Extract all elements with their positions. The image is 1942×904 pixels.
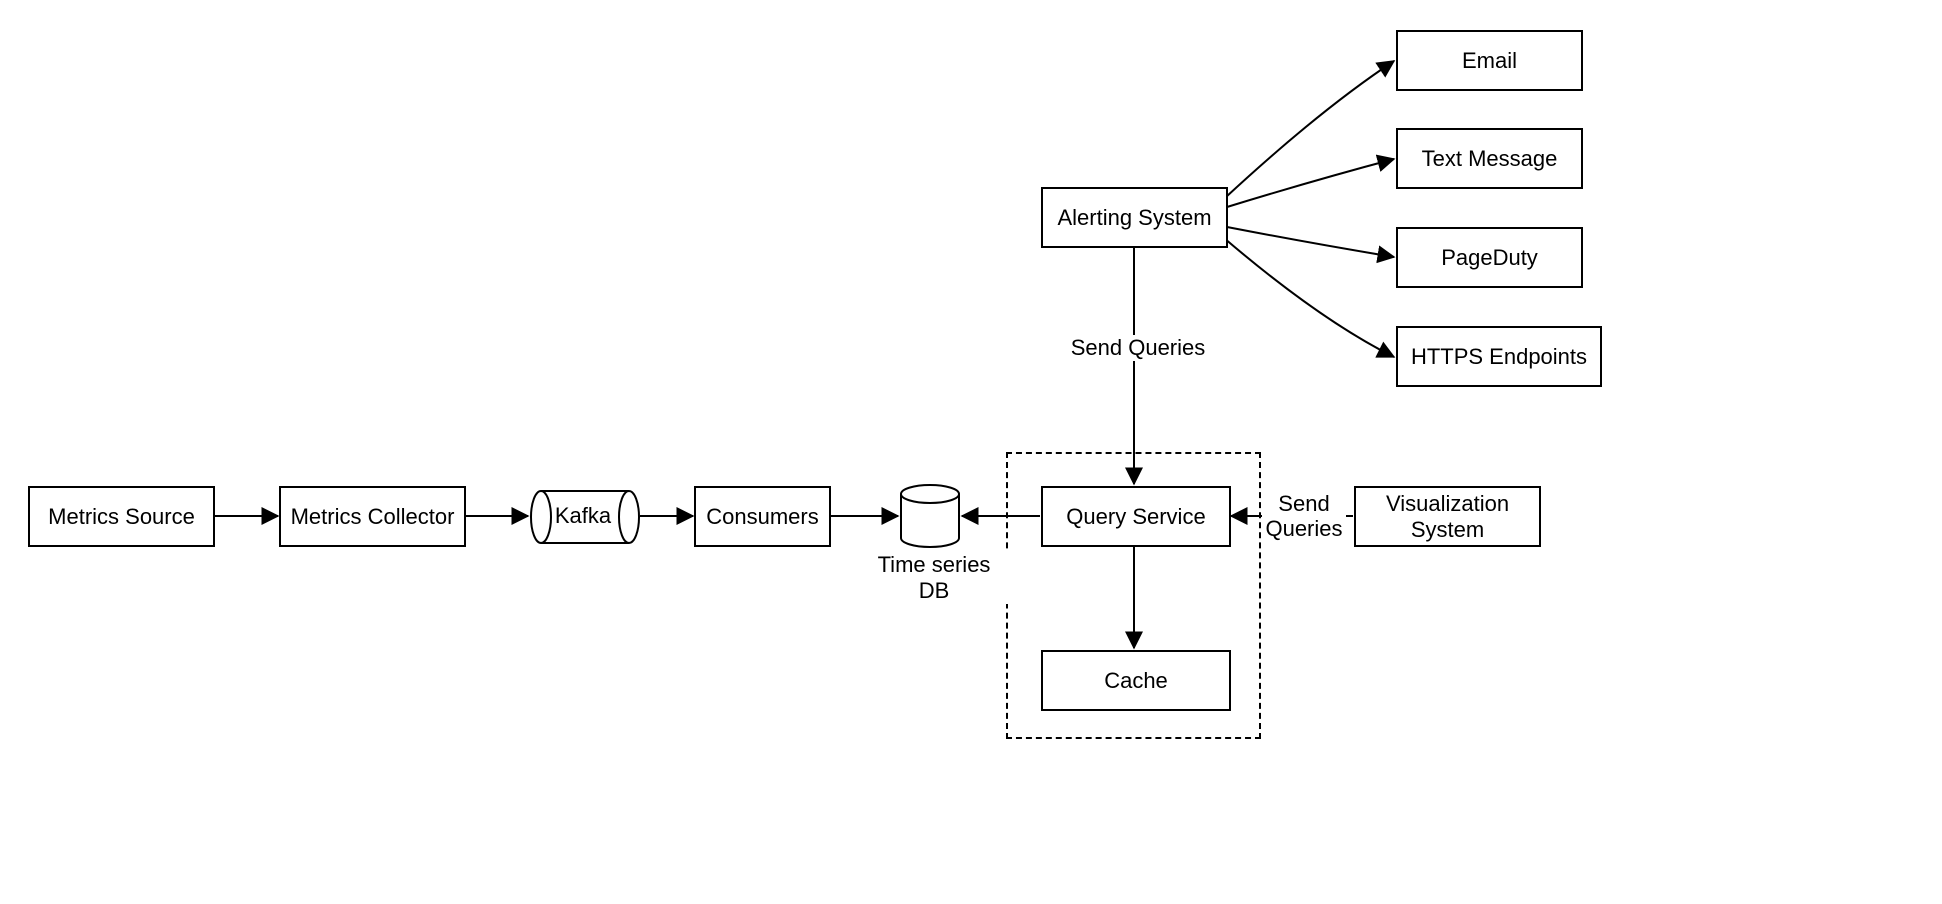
- node-label: Metrics Collector: [291, 504, 455, 530]
- node-time-series-db-label: Time series DB: [860, 552, 1008, 604]
- node-label: Alerting System: [1057, 205, 1211, 231]
- node-pageduty: PageDuty: [1396, 227, 1583, 288]
- node-label: Consumers: [706, 504, 818, 530]
- node-email: Email: [1396, 30, 1583, 91]
- edge-label-line: Send: [1278, 491, 1329, 516]
- edge-label-send-queries-top: Send Queries: [1066, 335, 1210, 361]
- node-label: Query Service: [1066, 504, 1205, 530]
- node-visualization-system: Visualization System: [1354, 486, 1541, 547]
- edge-label-line: Queries: [1265, 516, 1342, 541]
- node-label: Text Message: [1422, 146, 1558, 172]
- node-cache: Cache: [1041, 650, 1231, 711]
- node-kafka-cylinder: Kafka: [529, 489, 641, 545]
- node-consumers: Consumers: [694, 486, 831, 547]
- node-label: Visualization System: [1364, 491, 1531, 542]
- diagram-canvas: Metrics Source Metrics Collector Kafka C…: [0, 0, 1942, 904]
- node-label: Email: [1462, 48, 1517, 74]
- node-label: PageDuty: [1441, 245, 1538, 271]
- node-query-service: Query Service: [1041, 486, 1231, 547]
- node-metrics-collector: Metrics Collector: [279, 486, 466, 547]
- node-label: Cache: [1104, 668, 1168, 694]
- node-alerting-system: Alerting System: [1041, 187, 1228, 248]
- node-metrics-source: Metrics Source: [28, 486, 215, 547]
- node-https-endpoints: HTTPS Endpoints: [1396, 326, 1602, 387]
- node-label: HTTPS Endpoints: [1411, 344, 1587, 370]
- node-label: Metrics Source: [48, 504, 195, 530]
- node-label: Kafka: [555, 503, 612, 528]
- edge-label-send-queries-right: Send Queries: [1262, 491, 1346, 542]
- node-text-message: Text Message: [1396, 128, 1583, 189]
- edges-layer: [0, 0, 1942, 904]
- node-time-series-db-cylinder: [899, 484, 961, 548]
